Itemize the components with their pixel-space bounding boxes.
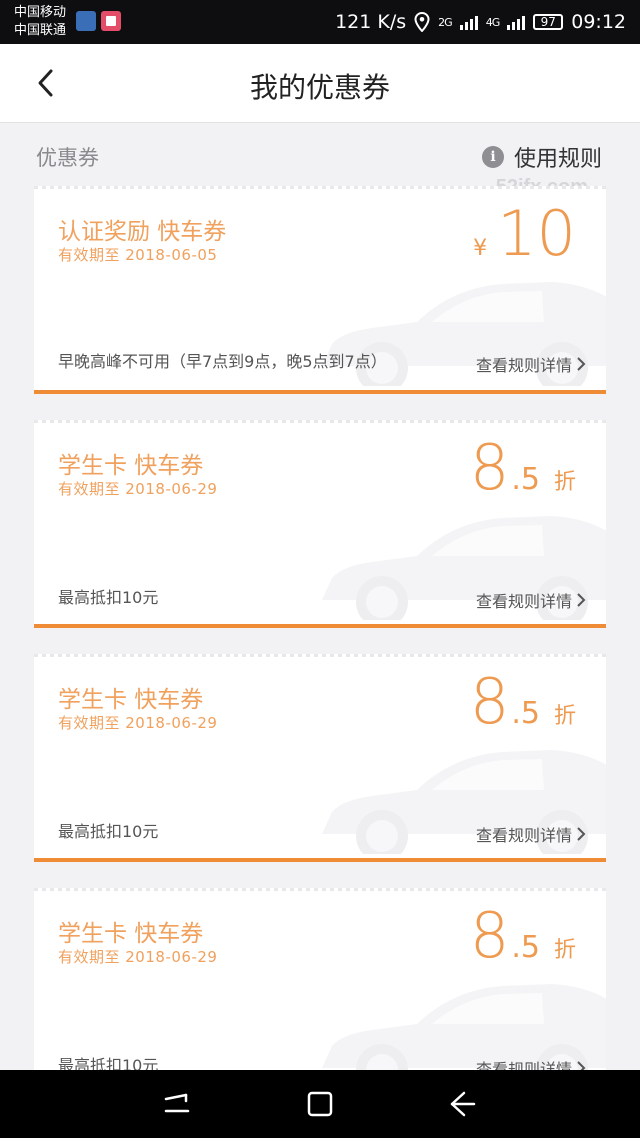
chevron-right-icon — [577, 827, 586, 841]
coupon-discount: 8 .5 折 — [470, 432, 576, 504]
coupon-expiry: 有效期至 2018-06-29 — [58, 480, 218, 498]
carrier-2: 中国联通 — [14, 23, 67, 38]
coupon-title: 学生卡 快车券 — [58, 921, 204, 947]
app-notification-icon — [101, 11, 121, 31]
currency-symbol: ¥ — [473, 236, 488, 261]
network-4g-label: 4G — [485, 15, 500, 29]
back-icon[interactable] — [444, 1087, 478, 1121]
shield-icon — [76, 11, 96, 31]
battery-icon: 97 — [533, 14, 564, 30]
coupon-note: 最高抵扣10元 — [58, 822, 159, 841]
discount-integer: 8 — [469, 665, 510, 738]
usage-rules-link[interactable]: i 使用规则 — [481, 141, 602, 173]
network-2g-label: 2G — [438, 15, 452, 29]
discount-unit: 折 — [553, 704, 576, 729]
discount-unit: 折 — [553, 470, 576, 495]
coupon-amount: ¥ 10 — [473, 198, 576, 270]
usage-rules-label: 使用规则 — [513, 147, 602, 172]
carrier-1: 中国移动 — [14, 5, 67, 20]
discount-decimal: .5 — [511, 462, 540, 497]
status-right: 121 K/s 2G 4G 97 09:12 — [335, 0, 626, 44]
rules-detail-label: 查看规则详情 — [475, 592, 572, 611]
coupon-title: 认证奖励 快车券 — [58, 219, 227, 245]
page-title: 我的优惠券 — [249, 71, 390, 104]
rules-detail-label: 查看规则详情 — [475, 826, 572, 845]
coupon-card[interactable]: 学生卡 快车券 有效期至 2018-06-29 8 .5 折 最高抵扣10元 查… — [34, 654, 606, 862]
coupon-card[interactable]: 认证奖励 快车券 有效期至 2018-06-05 ¥ 10 早晚高峰不可用（早7… — [34, 186, 606, 394]
rules-detail-label: 查看规则详情 — [475, 356, 572, 375]
chevron-right-icon — [577, 357, 586, 371]
status-bar: 中国移动 中国联通 121 K/s 2G 4G 97 09:12 — [0, 0, 640, 44]
discount-unit: 折 — [553, 938, 576, 963]
rules-detail-link[interactable]: 查看规则详情 — [476, 822, 586, 846]
coupon-note: 最高抵扣10元 — [58, 588, 159, 607]
coupon-discount: 8 .5 折 — [470, 900, 576, 972]
coupon-expiry: 有效期至 2018-06-05 — [58, 246, 218, 264]
coupon-title: 学生卡 快车券 — [58, 453, 204, 479]
home-square-icon[interactable] — [303, 1087, 337, 1121]
discount-decimal: .5 — [511, 696, 540, 731]
section-label: 优惠券 — [36, 146, 99, 170]
signal-4g-icon — [507, 14, 526, 30]
discount-integer: 8 — [469, 431, 510, 504]
clock: 09:12 — [571, 11, 626, 33]
network-speed: 121 K/s — [335, 11, 407, 33]
coupon-expiry: 有效期至 2018-06-29 — [58, 948, 218, 966]
location-icon — [414, 12, 430, 32]
signal-2g-icon — [459, 14, 478, 30]
info-icon: i — [481, 146, 504, 168]
system-nav-bar — [0, 1070, 640, 1138]
coupon-expiry: 有效期至 2018-06-29 — [58, 714, 218, 732]
amount-value: 10 — [497, 197, 576, 270]
nav-bar: 我的优惠券 — [0, 44, 640, 123]
coupon-card[interactable]: 学生卡 快车券 有效期至 2018-06-29 8 .5 折 最高抵扣10元 查… — [34, 888, 606, 1096]
coupon-discount: 8 .5 折 — [470, 666, 576, 738]
coupon-title: 学生卡 快车券 — [58, 687, 204, 713]
coupon-note: 早晚高峰不可用（早7点到9点，晚5点到7点） — [58, 352, 387, 371]
menu-icon[interactable] — [160, 1087, 194, 1121]
rules-detail-link[interactable]: 查看规则详情 — [476, 352, 586, 376]
rules-detail-link[interactable]: 查看规则详情 — [476, 588, 586, 612]
discount-integer: 8 — [469, 899, 510, 972]
chevron-right-icon — [577, 593, 586, 607]
coupon-card[interactable]: 学生卡 快车券 有效期至 2018-06-29 8 .5 折 最高抵扣10元 查… — [34, 420, 606, 628]
discount-decimal: .5 — [511, 930, 540, 965]
